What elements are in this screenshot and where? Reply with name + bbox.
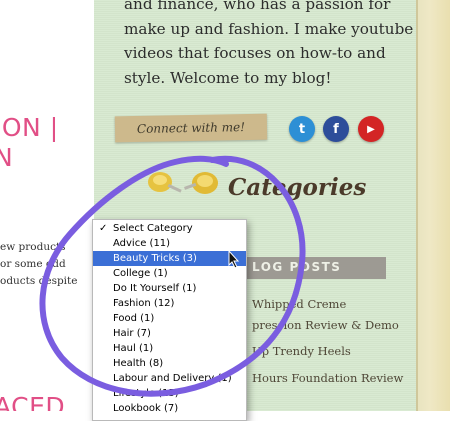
facebook-icon[interactable]: f xyxy=(323,116,349,142)
category-option-do-it-yourself[interactable]: Do It Yourself (1) xyxy=(93,281,246,296)
recent-post-link[interactable]: Hours Foundation Review xyxy=(252,371,403,385)
category-option-haul[interactable]: Haul (1) xyxy=(93,341,246,356)
category-option-hair[interactable]: Hair (7) xyxy=(93,326,246,341)
connect-label: Connect with me! xyxy=(136,120,246,136)
about-line: style. Welcome to my blog! xyxy=(124,68,332,87)
category-option-labour-and-delivery[interactable]: Labour and Delivery (1) xyxy=(93,371,246,386)
connect-tape-label: Connect with me! xyxy=(114,113,268,143)
post-title-line-1[interactable]: ION | xyxy=(0,113,59,142)
category-dropdown-menu[interactable]: ✓ Select Category Advice (11) Beauty Tri… xyxy=(92,219,247,421)
recent-posts-header: LOG POSTS xyxy=(234,257,386,279)
category-option-food[interactable]: Food (1) xyxy=(93,311,246,326)
post-snippet-line-1: ew products xyxy=(0,241,66,253)
category-option-select[interactable]: ✓ Select Category xyxy=(93,221,246,236)
post-title-line-2[interactable]: N xyxy=(0,143,13,172)
category-option-college[interactable]: College (1) xyxy=(93,266,246,281)
post-snippet-line-2: or some odd xyxy=(0,258,66,270)
about-line: and finance, who has a passion for xyxy=(124,0,391,13)
next-post-title[interactable]: ACED xyxy=(0,392,65,411)
main-content-column: ION | N ew products or some odd oducts d… xyxy=(0,0,94,411)
category-option-lifestyle[interactable]: Lifestyle (15) xyxy=(93,386,246,401)
recent-post-link[interactable]: Up Trendy Heels xyxy=(252,344,351,358)
category-option-lookbook[interactable]: Lookbook (7) xyxy=(93,401,246,416)
checkmark-icon: ✓ xyxy=(99,223,108,234)
category-option-fashion[interactable]: Fashion (12) xyxy=(93,296,246,311)
about-line: videos that focuses on how-to and xyxy=(124,44,386,62)
youtube-icon[interactable]: ▶ xyxy=(358,116,384,142)
post-snippet-line-3: oducts despite xyxy=(0,275,78,287)
categories-heading: Categories xyxy=(228,174,367,201)
page-edge-decoration xyxy=(416,0,450,411)
category-option-beauty-tricks[interactable]: Beauty Tricks (3) xyxy=(93,251,246,266)
category-option-advice[interactable]: Advice (11) xyxy=(93,236,246,251)
recent-post-link[interactable]: Whipped Creme xyxy=(252,297,346,311)
push-pins-icon xyxy=(148,172,218,194)
recent-posts-heading: LOG POSTS xyxy=(252,260,342,274)
twitter-icon[interactable]: t xyxy=(289,116,315,142)
category-option-health[interactable]: Health (8) xyxy=(93,356,246,371)
about-text: and finance, who has a passion for make … xyxy=(124,0,414,90)
recent-post-link[interactable]: pression Review & Demo xyxy=(252,318,399,332)
about-line: make up and fashion. I make youtube xyxy=(124,19,414,38)
